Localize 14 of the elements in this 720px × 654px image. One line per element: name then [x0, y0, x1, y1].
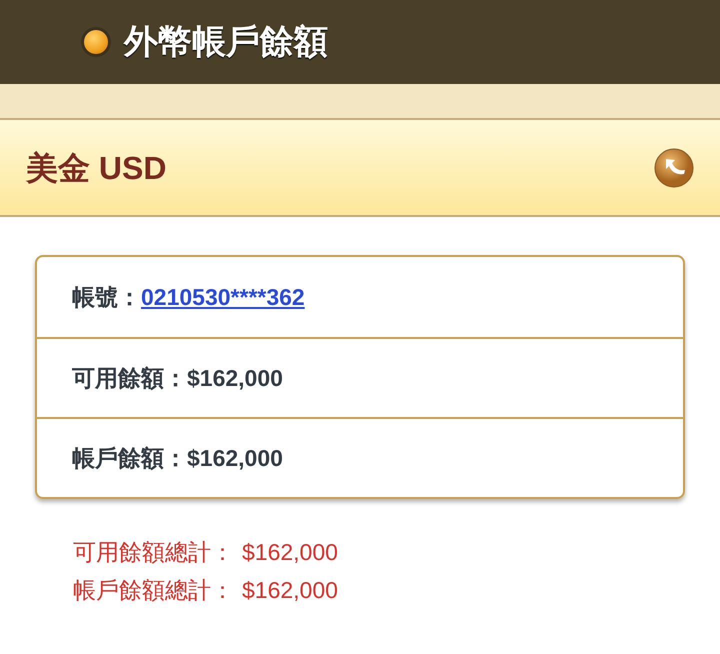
bullet-icon [84, 30, 108, 54]
page-title: 外幣帳戶餘額 [124, 22, 328, 62]
currency-title: 美金 USD [26, 148, 166, 188]
total-label: 可用餘額總計： [73, 538, 234, 567]
field-label: 可用餘額： [72, 364, 187, 393]
balance-value: $162,000 [187, 364, 283, 393]
field-label: 帳戶餘額： [72, 444, 187, 473]
balance-value: $162,000 [187, 444, 283, 473]
total-value: $162,000 [242, 538, 338, 567]
field-label: 帳號： [72, 282, 141, 312]
back-icon[interactable] [654, 148, 694, 188]
total-label: 帳戶餘額總計： [73, 576, 234, 605]
account-number-link[interactable]: 0210530****362 [141, 280, 305, 314]
total-value: $162,000 [242, 576, 338, 605]
